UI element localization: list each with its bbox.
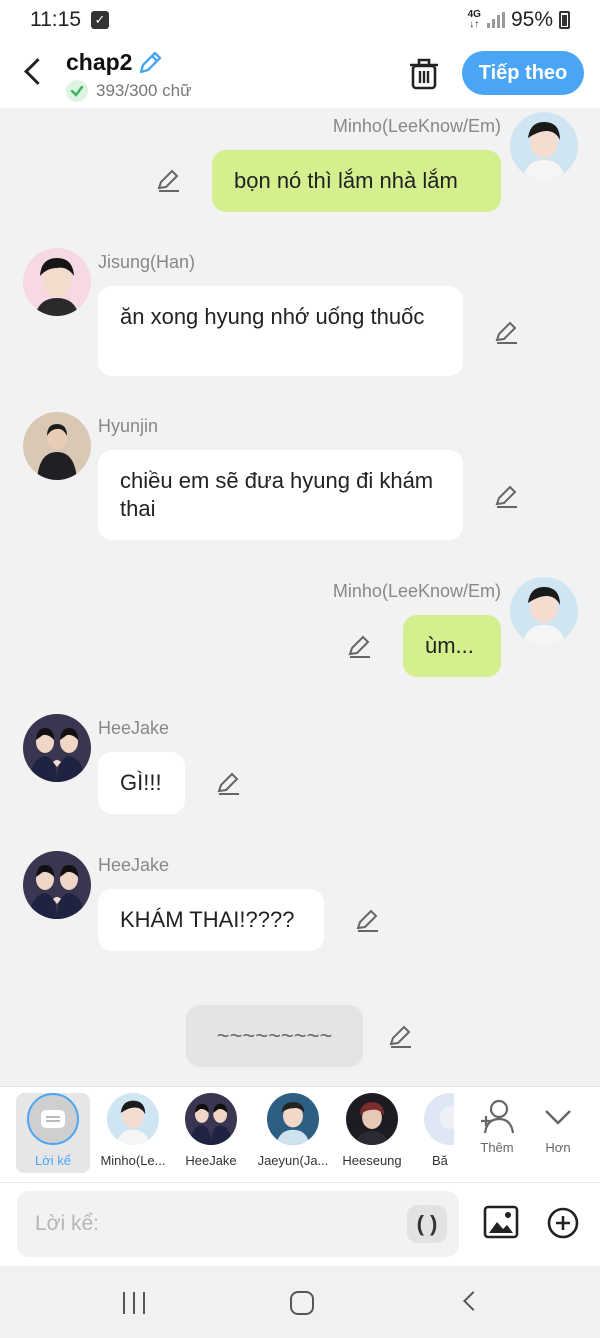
character-label: Bă [432, 1153, 448, 1168]
avatar [267, 1093, 319, 1145]
edit-message-pencil-icon[interactable] [494, 484, 520, 510]
edit-title-pencil-icon[interactable] [136, 49, 164, 77]
notification-check-icon: ✓ [91, 11, 109, 29]
status-bar: 11:15 ✓ 4G ↓↑ 95% [0, 0, 600, 40]
avatar [107, 1093, 159, 1145]
character-jaeyun[interactable]: Jaeyun(Ja... [252, 1093, 334, 1173]
avatar-heejake[interactable] [23, 851, 91, 919]
character-narration[interactable]: Lời kể [16, 1093, 90, 1173]
add-circle-icon[interactable] [547, 1207, 579, 1239]
status-time: 11:15 [30, 8, 81, 31]
network-4g-icon: 4G ↓↑ [467, 9, 481, 30]
speaker-name: Hyunjin [98, 416, 159, 436]
speaker-name: Minho(LeeKnow/Em) [332, 116, 501, 136]
add-character-button[interactable]: Thêm [467, 1097, 527, 1155]
check-circle-icon [66, 80, 88, 102]
character-heeseung[interactable]: Heeseung [336, 1093, 408, 1173]
edit-message-pencil-icon[interactable] [156, 168, 182, 194]
word-count-text: 393/300 chữ [96, 81, 192, 100]
avatar [185, 1093, 237, 1145]
recent-apps-icon[interactable] [123, 1292, 147, 1314]
nav-back-icon[interactable] [463, 1291, 483, 1311]
back-arrow-icon[interactable] [18, 52, 48, 92]
speaker-name: Minho(LeeKnow/Em) [332, 581, 501, 601]
avatar [424, 1093, 454, 1145]
chapter-title: chap2 [66, 49, 133, 75]
speaker-name: HeeJake [98, 718, 170, 738]
chevron-down-icon [545, 1110, 571, 1125]
narration-bubble[interactable]: ~~~~~~~~~ [186, 1005, 363, 1067]
message-bubble[interactable]: GÌ!!! [98, 752, 185, 814]
message-bubble[interactable]: chiều em sẽ đưa hyung đi khám thai [98, 450, 463, 540]
edit-message-pencil-icon[interactable] [216, 771, 242, 797]
more-button[interactable]: Hơn [528, 1097, 588, 1155]
status-right: 4G ↓↑ 95% [468, 8, 570, 32]
add-person-icon [481, 1099, 515, 1134]
character-minho[interactable]: Minho(Le... [94, 1093, 172, 1173]
message-bubble[interactable]: ăn xong hyung nhớ uống thuốc [98, 286, 463, 376]
message-input[interactable]: Lời kể: ( ) [17, 1191, 459, 1257]
input-placeholder: Lời kể: [35, 1212, 99, 1235]
character-label: Lời kể [35, 1153, 71, 1168]
avatar-minho[interactable] [510, 112, 578, 180]
character-label: HeeJake [185, 1153, 237, 1168]
avatar-heejake[interactable] [23, 714, 91, 782]
edit-message-pencil-icon[interactable] [388, 1024, 414, 1050]
word-count: 393/300 chữ [66, 80, 192, 102]
character-bar: Lời kể Minho(Le... HeeJake Jaeyun(Ja... … [0, 1086, 600, 1182]
avatar-minho[interactable] [510, 577, 578, 645]
speaker-name: HeeJake [98, 855, 170, 875]
trash-icon[interactable] [408, 57, 440, 91]
add-label: Thêm [480, 1140, 514, 1155]
avatar-jisung[interactable] [23, 248, 91, 316]
battery-icon [559, 11, 570, 29]
more-label: Hơn [545, 1140, 571, 1155]
avatar [346, 1093, 398, 1145]
avatar-hyunjin[interactable] [23, 412, 91, 480]
character-label: Minho(Le... [100, 1153, 166, 1168]
home-icon[interactable] [290, 1291, 314, 1315]
edit-message-pencil-icon[interactable] [494, 320, 520, 346]
character-label: Heeseung [342, 1153, 402, 1168]
signal-icon [486, 12, 505, 28]
chat-area: Minho(LeeKnow/Em) bọn nó thì lắm nhà lắm… [0, 108, 600, 1086]
character-partial[interactable]: Bă [424, 1093, 454, 1173]
character-heejake[interactable]: HeeJake [174, 1093, 248, 1173]
battery-percent: 95% [510, 8, 553, 31]
narration-icon [27, 1093, 79, 1145]
header: chap2 393/300 chữ Tiếp theo [0, 40, 600, 108]
edit-message-pencil-icon[interactable] [347, 634, 373, 660]
system-nav-bar [0, 1266, 600, 1338]
speaker-name: Jisung(Han) [98, 252, 196, 272]
message-bubble[interactable]: KHÁM THAI!???? [98, 889, 324, 951]
next-button[interactable]: Tiếp theo [462, 51, 584, 95]
edit-message-pencil-icon[interactable] [355, 908, 381, 934]
character-label: Jaeyun(Ja... [257, 1153, 329, 1168]
image-icon[interactable] [483, 1205, 519, 1239]
message-bubble[interactable]: ùm... [403, 615, 501, 677]
message-bubble[interactable]: bọn nó thì lắm nhà lắm [212, 150, 501, 212]
input-bar: Lời kể: ( ) [0, 1182, 600, 1266]
parentheses-button[interactable]: ( ) [407, 1205, 447, 1243]
